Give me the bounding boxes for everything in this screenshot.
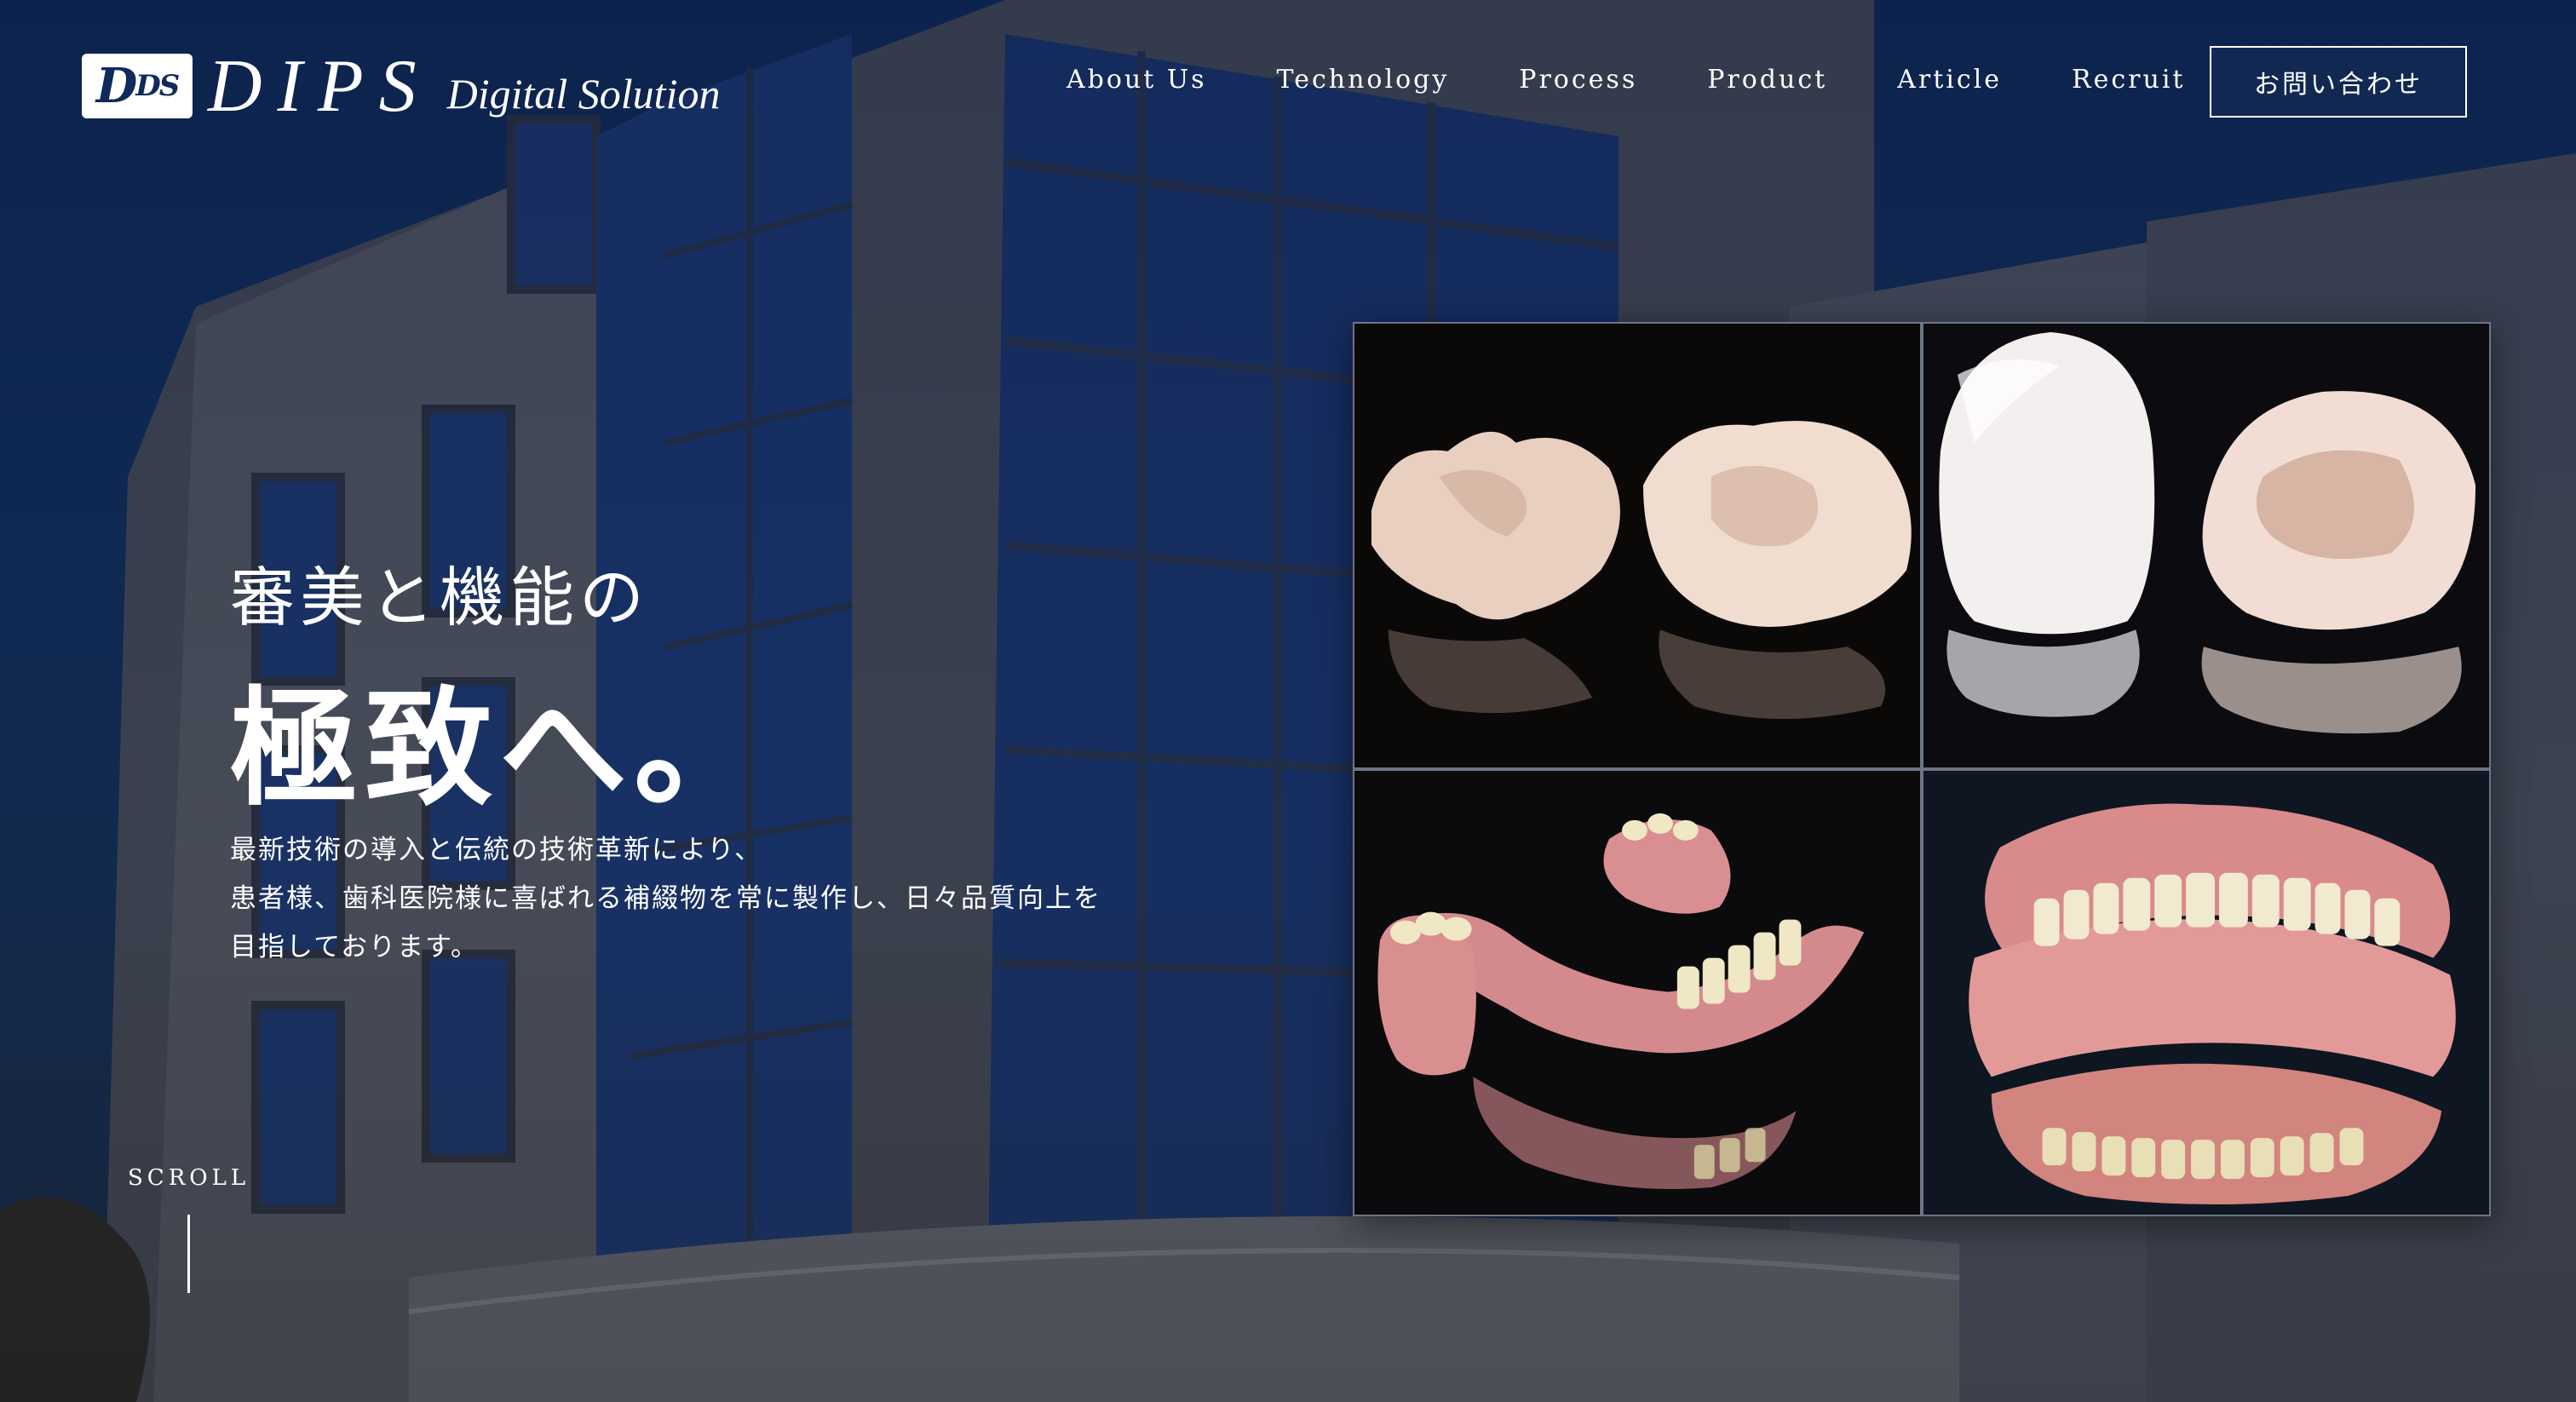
logo-name: DIPS — [208, 44, 432, 128]
scroll-label[interactable]: SCROLL — [128, 1165, 250, 1191]
logo-mark-main: D — [95, 58, 138, 114]
hero-tagline-line2: 極致へ。 — [230, 674, 769, 824]
nav-technology[interactable]: Technology — [1277, 65, 1450, 95]
hero-description-line: 患者様、歯科医院様に喜ばれる補綴物を常に製作し、日々品質向上を — [230, 883, 1101, 914]
hero-description-line: 目指しております。 — [230, 932, 480, 962]
nav-product[interactable]: Product — [1707, 65, 1827, 95]
nav-process[interactable]: Process — [1519, 65, 1637, 95]
product-gallery — [1353, 322, 2491, 1216]
product-image-full-denture — [1923, 771, 2489, 1215]
logo-mark-small: DS — [135, 69, 180, 103]
main-nav: About Us Technology Process Product Arti… — [1067, 65, 2185, 95]
product-image-inlays — [1354, 324, 1920, 767]
logo-subtitle: Digital Solution — [446, 70, 721, 118]
scroll-line — [187, 1215, 190, 1293]
nav-article[interactable]: Article — [1897, 65, 2002, 95]
hero-tagline-line1: 審美と機能の — [230, 560, 649, 635]
nav-recruit[interactable]: Recruit — [2072, 65, 2185, 95]
hero-description-line: 最新技術の導入と伝統の技術革新により、 — [230, 835, 763, 865]
product-image-partial-denture — [1354, 771, 1920, 1215]
site-logo[interactable]: D DS DIPS Digital Solution — [82, 45, 721, 128]
nav-about-us[interactable]: About Us — [1067, 65, 1207, 95]
contact-button[interactable]: お問い合わせ — [2210, 46, 2467, 118]
logo-mark: D DS — [82, 54, 193, 118]
hero-description: 最新技術の導入と伝統の技術革新により、 患者様、歯科医院様に喜ばれる補綴物を常に… — [230, 826, 1210, 972]
product-image-crowns — [1923, 324, 2489, 767]
